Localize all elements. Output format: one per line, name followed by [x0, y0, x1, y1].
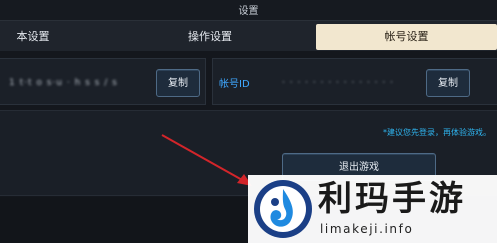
- tab-account-settings[interactable]: 帐号设置: [316, 24, 497, 50]
- watermark-url: limakeji.info: [320, 222, 414, 236]
- title-bar: 设置: [0, 0, 497, 20]
- tab-basic-settings[interactable]: 本设置: [0, 24, 88, 50]
- copy-name-button[interactable]: 复制: [156, 69, 200, 97]
- watermark-brand-text: 利玛手游: [318, 179, 466, 219]
- limakeji-logo-icon: [254, 180, 312, 238]
- tab-control-settings[interactable]: 操作设置: [140, 24, 280, 50]
- account-id-label: 帐号ID: [219, 79, 250, 90]
- account-name-value: 1 t·t o s·u · h s s / s · C: [9, 78, 119, 88]
- copy-id-button[interactable]: 复制: [426, 69, 470, 97]
- account-id-value: · · · · · · · · · · · · · · ·: [282, 78, 394, 88]
- window-title: 设置: [238, 6, 259, 17]
- account-id-row: 帐号ID · · · · · · · · · · · · · · · 复制: [212, 58, 497, 105]
- login-hint: *建议您先登录，再体验游戏。: [383, 128, 491, 137]
- watermark: 利玛手游 limakeji.info: [248, 175, 497, 243]
- account-name-row: 1 t·t o s·u · h s s / s · C 复制: [0, 58, 206, 105]
- settings-tabs: 本设置 操作设置 帐号设置: [0, 20, 497, 51]
